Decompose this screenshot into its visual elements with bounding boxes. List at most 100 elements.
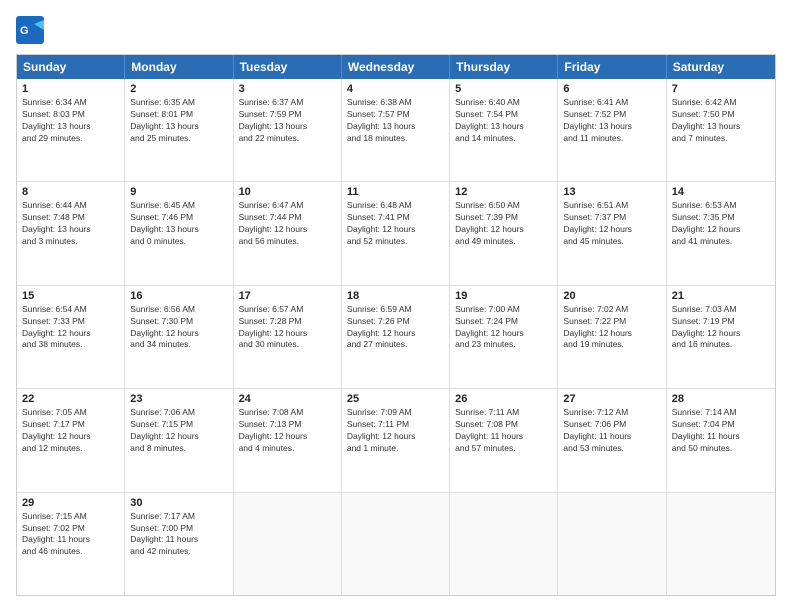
empty-cell	[234, 493, 342, 595]
day-number: 30	[130, 497, 227, 509]
day-info: Sunrise: 6:47 AM Sunset: 7:44 PM Dayligh…	[239, 200, 336, 248]
day-cell-18: 18 Sunrise: 6:59 AM Sunset: 7:26 PM Dayli…	[342, 286, 450, 388]
day-cell-21: 21 Sunrise: 7:03 AM Sunset: 7:19 PM Dayli…	[667, 286, 775, 388]
day-cell-3: 3 Sunrise: 6:37 AM Sunset: 7:59 PM Daylig…	[234, 79, 342, 181]
calendar-body: 1 Sunrise: 6:34 AM Sunset: 8:03 PM Daylig…	[17, 79, 775, 595]
day-number: 16	[130, 290, 227, 302]
day-number: 18	[347, 290, 444, 302]
day-info: Sunrise: 7:08 AM Sunset: 7:13 PM Dayligh…	[239, 407, 336, 455]
day-number: 2	[130, 83, 227, 95]
day-number: 5	[455, 83, 552, 95]
day-number: 19	[455, 290, 552, 302]
day-info: Sunrise: 6:51 AM Sunset: 7:37 PM Dayligh…	[563, 200, 660, 248]
day-cell-11: 11 Sunrise: 6:48 AM Sunset: 7:41 PM Dayli…	[342, 182, 450, 284]
day-number: 24	[239, 393, 336, 405]
day-cell-29: 29 Sunrise: 7:15 AM Sunset: 7:02 PM Dayli…	[17, 493, 125, 595]
day-number: 26	[455, 393, 552, 405]
day-number: 4	[347, 83, 444, 95]
day-cell-10: 10 Sunrise: 6:47 AM Sunset: 7:44 PM Dayli…	[234, 182, 342, 284]
day-info: Sunrise: 7:03 AM Sunset: 7:19 PM Dayligh…	[672, 304, 770, 352]
day-info: Sunrise: 6:35 AM Sunset: 8:01 PM Dayligh…	[130, 97, 227, 145]
empty-cell	[667, 493, 775, 595]
empty-cell	[558, 493, 666, 595]
day-number: 6	[563, 83, 660, 95]
day-info: Sunrise: 7:00 AM Sunset: 7:24 PM Dayligh…	[455, 304, 552, 352]
day-number: 11	[347, 186, 444, 198]
day-cell-15: 15 Sunrise: 6:54 AM Sunset: 7:33 PM Dayli…	[17, 286, 125, 388]
day-cell-13: 13 Sunrise: 6:51 AM Sunset: 7:37 PM Dayli…	[558, 182, 666, 284]
header-day-wednesday: Wednesday	[342, 55, 450, 79]
day-cell-8: 8 Sunrise: 6:44 AM Sunset: 7:48 PM Daylig…	[17, 182, 125, 284]
day-cell-23: 23Sunrise: 7:06 AM Sunset: 7:15 PM Dayli…	[125, 389, 233, 491]
day-info: Sunrise: 7:17 AM Sunset: 7:00 PM Dayligh…	[130, 511, 227, 559]
day-number: 3	[239, 83, 336, 95]
day-number: 8	[22, 186, 119, 198]
day-info: Sunrise: 7:02 AM Sunset: 7:22 PM Dayligh…	[563, 304, 660, 352]
day-info: Sunrise: 6:48 AM Sunset: 7:41 PM Dayligh…	[347, 200, 444, 248]
day-cell-6: 6 Sunrise: 6:41 AM Sunset: 7:52 PM Daylig…	[558, 79, 666, 181]
week-row-1: 1 Sunrise: 6:34 AM Sunset: 8:03 PM Daylig…	[17, 79, 775, 182]
day-number: 27	[563, 393, 660, 405]
day-info: Sunrise: 6:56 AM Sunset: 7:30 PM Dayligh…	[130, 304, 227, 352]
day-cell-22: 22Sunrise: 7:05 AM Sunset: 7:17 PM Dayli…	[17, 389, 125, 491]
day-info: Sunrise: 7:14 AM Sunset: 7:04 PM Dayligh…	[672, 407, 770, 455]
day-cell-20: 20 Sunrise: 7:02 AM Sunset: 7:22 PM Dayli…	[558, 286, 666, 388]
day-cell-17: 17 Sunrise: 6:57 AM Sunset: 7:28 PM Dayli…	[234, 286, 342, 388]
day-cell-27: 27 Sunrise: 7:12 AM Sunset: 7:06 PM Dayli…	[558, 389, 666, 491]
calendar-header: SundayMondayTuesdayWednesdayThursdayFrid…	[17, 55, 775, 79]
day-number: 14	[672, 186, 770, 198]
logo: G	[16, 16, 50, 44]
day-cell-24: 24 Sunrise: 7:08 AM Sunset: 7:13 PM Dayli…	[234, 389, 342, 491]
day-info: Sunrise: 6:34 AM Sunset: 8:03 PM Dayligh…	[22, 97, 119, 145]
header: G	[16, 16, 776, 44]
logo-icon: G	[16, 16, 44, 44]
day-cell-16: 16 Sunrise: 6:56 AM Sunset: 7:30 PM Dayli…	[125, 286, 233, 388]
day-info: Sunrise: 6:42 AM Sunset: 7:50 PM Dayligh…	[672, 97, 770, 145]
day-cell-2: 2 Sunrise: 6:35 AM Sunset: 8:01 PM Daylig…	[125, 79, 233, 181]
day-number: 13	[563, 186, 660, 198]
day-cell-28: 28 Sunrise: 7:14 AM Sunset: 7:04 PM Dayli…	[667, 389, 775, 491]
day-info: Sunrise: 6:41 AM Sunset: 7:52 PM Dayligh…	[563, 97, 660, 145]
day-info: Sunrise: 6:40 AM Sunset: 7:54 PM Dayligh…	[455, 97, 552, 145]
day-number: 1	[22, 83, 119, 95]
day-info: Sunrise: 6:54 AM Sunset: 7:33 PM Dayligh…	[22, 304, 119, 352]
day-cell-4: 4 Sunrise: 6:38 AM Sunset: 7:57 PM Daylig…	[342, 79, 450, 181]
page: G SundayMondayTuesdayWednesdayThursdayFr…	[0, 0, 792, 612]
header-day-thursday: Thursday	[450, 55, 558, 79]
day-info: Sunrise: 7:12 AM Sunset: 7:06 PM Dayligh…	[563, 407, 660, 455]
day-info: Sunrise: 7:15 AM Sunset: 7:02 PM Dayligh…	[22, 511, 119, 559]
header-day-monday: Monday	[125, 55, 233, 79]
day-info: Sunrise: 7:09 AM Sunset: 7:11 PM Dayligh…	[347, 407, 444, 455]
day-info: Sunrise: 7:06 AM Sunset: 7:15 PM Dayligh…	[130, 407, 227, 455]
empty-cell	[450, 493, 558, 595]
day-number: 21	[672, 290, 770, 302]
day-number: 29	[22, 497, 119, 509]
day-number: 17	[239, 290, 336, 302]
day-info: Sunrise: 6:44 AM Sunset: 7:48 PM Dayligh…	[22, 200, 119, 248]
day-number: 15	[22, 290, 119, 302]
day-info: Sunrise: 7:11 AM Sunset: 7:08 PM Dayligh…	[455, 407, 552, 455]
day-cell-12: 12Sunrise: 6:50 AM Sunset: 7:39 PM Dayli…	[450, 182, 558, 284]
header-day-friday: Friday	[558, 55, 666, 79]
week-row-3: 15 Sunrise: 6:54 AM Sunset: 7:33 PM Dayli…	[17, 286, 775, 389]
day-info: Sunrise: 6:50 AM Sunset: 7:39 PM Dayligh…	[455, 200, 552, 248]
day-cell-19: 19 Sunrise: 7:00 AM Sunset: 7:24 PM Dayli…	[450, 286, 558, 388]
day-number: 10	[239, 186, 336, 198]
day-cell-14: 14 Sunrise: 6:53 AM Sunset: 7:35 PM Dayli…	[667, 182, 775, 284]
week-row-4: 22Sunrise: 7:05 AM Sunset: 7:17 PM Dayli…	[17, 389, 775, 492]
svg-text:G: G	[20, 25, 29, 37]
week-row-5: 29 Sunrise: 7:15 AM Sunset: 7:02 PM Dayli…	[17, 493, 775, 595]
day-info: Sunrise: 6:53 AM Sunset: 7:35 PM Dayligh…	[672, 200, 770, 248]
day-cell-30: 30 Sunrise: 7:17 AM Sunset: 7:00 PM Dayli…	[125, 493, 233, 595]
day-number: 20	[563, 290, 660, 302]
day-number: 28	[672, 393, 770, 405]
day-info: Sunrise: 6:57 AM Sunset: 7:28 PM Dayligh…	[239, 304, 336, 352]
week-row-2: 8 Sunrise: 6:44 AM Sunset: 7:48 PM Daylig…	[17, 182, 775, 285]
day-info: Sunrise: 6:59 AM Sunset: 7:26 PM Dayligh…	[347, 304, 444, 352]
day-info: Sunrise: 6:37 AM Sunset: 7:59 PM Dayligh…	[239, 97, 336, 145]
day-info: Sunrise: 6:38 AM Sunset: 7:57 PM Dayligh…	[347, 97, 444, 145]
day-cell-5: 5 Sunrise: 6:40 AM Sunset: 7:54 PM Daylig…	[450, 79, 558, 181]
day-info: Sunrise: 6:45 AM Sunset: 7:46 PM Dayligh…	[130, 200, 227, 248]
day-number: 9	[130, 186, 227, 198]
header-day-tuesday: Tuesday	[234, 55, 342, 79]
